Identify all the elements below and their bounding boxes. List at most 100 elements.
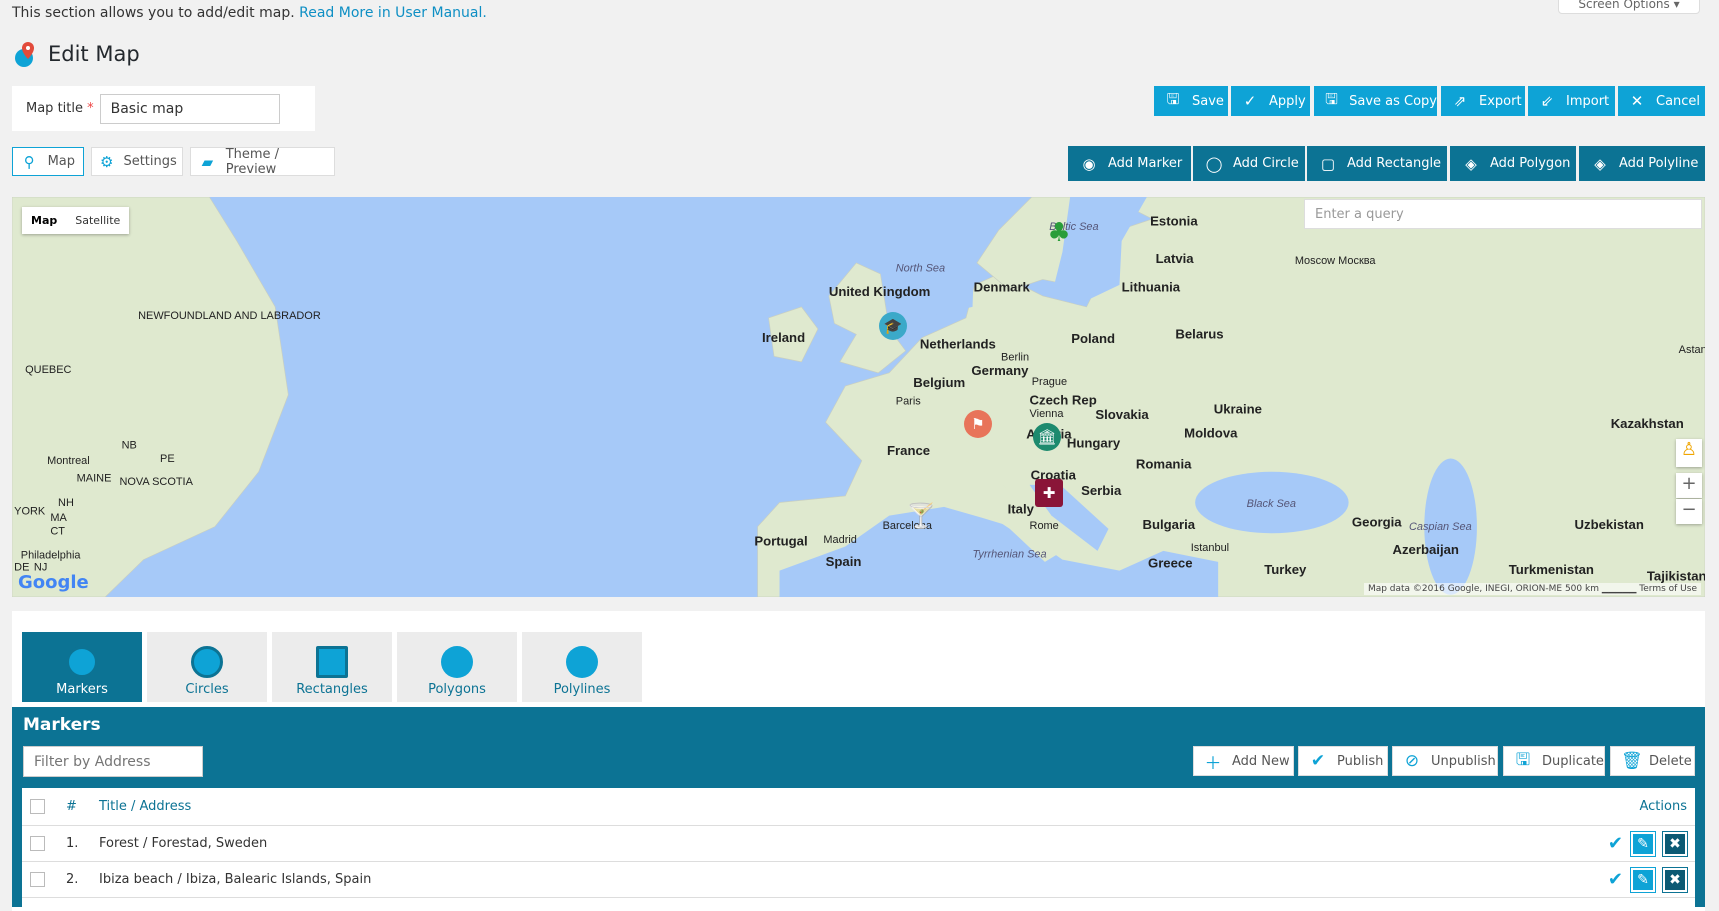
tab-circles[interactable]: Circles xyxy=(147,632,267,702)
export-button[interactable]: ⇗ Export xyxy=(1441,86,1525,116)
flag-marker-icon[interactable]: ⚑ xyxy=(964,410,992,438)
tab-settings[interactable]: ⚙ Settings xyxy=(91,147,183,176)
add-circle-button[interactable]: ◯ Add Circle xyxy=(1193,146,1305,181)
map-label: YORK xyxy=(14,506,46,518)
row-title[interactable]: Ibiza beach / Ibiza, Balearic Islands, S… xyxy=(99,872,371,887)
cocktail-marker-icon[interactable]: 🍸 xyxy=(906,502,936,530)
apply-button[interactable]: ✓ Apply xyxy=(1231,86,1310,116)
intro-text: This section allows you to add/edit map.… xyxy=(12,5,487,21)
tab-rectangles[interactable]: Rectangles xyxy=(272,632,392,702)
import-button[interactable]: ⇙ Import xyxy=(1528,86,1615,116)
select-all-checkbox[interactable] xyxy=(30,799,45,814)
publish-button[interactable]: ✔ Publish xyxy=(1298,746,1388,776)
map-canvas[interactable]: Estonia Latvia Lithuania Baltic Sea North Se… xyxy=(12,197,1705,597)
add-polygon-button[interactable]: ◈ Add Polygon xyxy=(1450,146,1576,181)
floppy-icon: 🖫 xyxy=(1166,89,1180,108)
map-label: Germany xyxy=(971,363,1029,378)
gears-icon: ⚙ xyxy=(100,152,114,171)
marker-globe-icon: ◉ xyxy=(1082,154,1096,173)
published-check-icon[interactable]: ✔ xyxy=(1608,833,1623,854)
north-sea xyxy=(889,240,975,321)
bank-marker-icon[interactable]: 🏛 xyxy=(1033,423,1061,451)
map-label: Latvia xyxy=(1156,251,1195,266)
map-type-satellite[interactable]: Satellite xyxy=(66,207,129,234)
map-label: QUEBEC xyxy=(25,364,71,376)
save-as-copy-button[interactable]: 🖫 Save as Copy xyxy=(1314,86,1437,116)
delete-x-icon[interactable]: ✖ xyxy=(1662,866,1688,893)
row-checkbox[interactable] xyxy=(30,836,45,851)
map-search-input[interactable]: Enter a query xyxy=(1304,199,1702,229)
map-label: Poland xyxy=(1071,331,1115,346)
ban-icon: ⊘ xyxy=(1404,751,1420,771)
trash-icon: 🗑 xyxy=(1621,751,1643,771)
markers-table: # Title / Address Actions 1. Forest / Fo… xyxy=(22,788,1695,908)
map-label: Spain xyxy=(826,554,862,569)
delete-button[interactable]: 🗑 Delete xyxy=(1610,746,1695,776)
column-actions: Actions xyxy=(1639,799,1688,814)
zoom-in-button[interactable]: + xyxy=(1676,473,1702,498)
delete-x-icon[interactable]: ✖ xyxy=(1662,830,1688,857)
markers-heading: Markers xyxy=(23,715,101,735)
add-rectangle-button[interactable]: ▢ Add Rectangle xyxy=(1307,146,1447,181)
map-label: Netherlands xyxy=(920,337,996,352)
map-label: France xyxy=(887,443,930,458)
map-label: Turkmenistan xyxy=(1509,562,1594,577)
row-num: 1. xyxy=(66,836,79,851)
add-polyline-button[interactable]: ◈ Add Polyline xyxy=(1579,146,1705,181)
add-new-button[interactable]: ＋ Add New xyxy=(1193,746,1294,776)
table-row: 2. Ibiza beach / Ibiza, Balearic Islands… xyxy=(22,862,1695,898)
zoom-out-button[interactable]: − xyxy=(1676,499,1702,524)
tree-marker-icon[interactable]: ♣ xyxy=(1045,218,1073,248)
theme-icon: ▰ xyxy=(201,152,214,171)
check-icon: ✔ xyxy=(1310,751,1326,771)
map-label: Moldova xyxy=(1184,426,1238,441)
edit-icon[interactable]: ✎ xyxy=(1630,866,1656,893)
tab-polygons[interactable]: Polygons xyxy=(397,632,517,702)
floppy-copy-icon: 🖫 xyxy=(1325,89,1338,108)
map-label: Turkey xyxy=(1264,562,1307,577)
map-label: Rome xyxy=(1030,520,1059,532)
filter-address-input[interactable] xyxy=(23,746,203,777)
map-label: Vienna xyxy=(1030,408,1065,420)
row-title[interactable]: Forest / Forestad, Sweden xyxy=(99,836,267,851)
map-label: United Kingdom xyxy=(829,284,930,299)
map-title-input[interactable] xyxy=(99,93,280,124)
map-label: Denmark xyxy=(974,279,1031,294)
row-checkbox[interactable] xyxy=(30,872,45,887)
unpublish-button[interactable]: ⊘ Unpublish xyxy=(1392,746,1498,776)
map-type-map[interactable]: Map xyxy=(22,207,66,234)
graduation-marker-icon[interactable]: 🎓 xyxy=(879,312,907,340)
map-label: Georgia xyxy=(1352,515,1402,530)
street-view-pegman-icon[interactable]: ♙ xyxy=(1676,439,1702,467)
map-pin-globe-icon xyxy=(15,42,34,67)
tab-markers[interactable]: Markers xyxy=(22,632,142,702)
map-label: NOVA SCOTIA xyxy=(119,476,193,488)
map-label: Paris xyxy=(896,396,921,408)
add-marker-button[interactable]: ◉ Add Marker xyxy=(1068,146,1191,181)
tab-polylines[interactable]: Polylines xyxy=(522,632,642,702)
published-check-icon[interactable]: ✔ xyxy=(1608,869,1623,890)
cancel-button[interactable]: ✕ Cancel xyxy=(1618,86,1705,116)
polygon-globe-icon xyxy=(441,646,473,678)
save-button[interactable]: 🖫 Save xyxy=(1154,86,1228,116)
tab-map[interactable]: ⚲ Map xyxy=(12,147,84,176)
tab-theme-preview[interactable]: ▰ Theme / Preview xyxy=(190,147,335,177)
screen-options-button[interactable]: Screen Options ▾ xyxy=(1558,0,1700,14)
map-label: Romania xyxy=(1136,456,1192,471)
table-header: # Title / Address Actions xyxy=(22,788,1695,826)
map-label: Lithuania xyxy=(1122,279,1181,294)
column-title[interactable]: Title / Address xyxy=(99,799,191,814)
circle-globe-icon xyxy=(191,646,223,678)
map-label: Tajikistan xyxy=(1647,569,1705,584)
user-manual-link[interactable]: Read More in User Manual. xyxy=(299,5,487,21)
map-label: Belgium xyxy=(913,375,965,390)
duplicate-button[interactable]: 🖫 Duplicate xyxy=(1503,746,1605,776)
briefcase-marker-icon[interactable]: ✚ xyxy=(1035,479,1063,507)
map-label: Philadelphia xyxy=(21,550,82,562)
map-label: Portugal xyxy=(754,533,807,548)
map-tiles: EstoniaLatviaLithuaniaBaltic SeaNorth Se… xyxy=(12,197,1705,597)
page-title: Edit Map xyxy=(12,40,140,68)
map-label: Black Sea xyxy=(1247,498,1296,510)
map-label: NEWFOUNDLAND AND LABRADOR xyxy=(138,310,321,322)
edit-icon[interactable]: ✎ xyxy=(1630,830,1656,857)
